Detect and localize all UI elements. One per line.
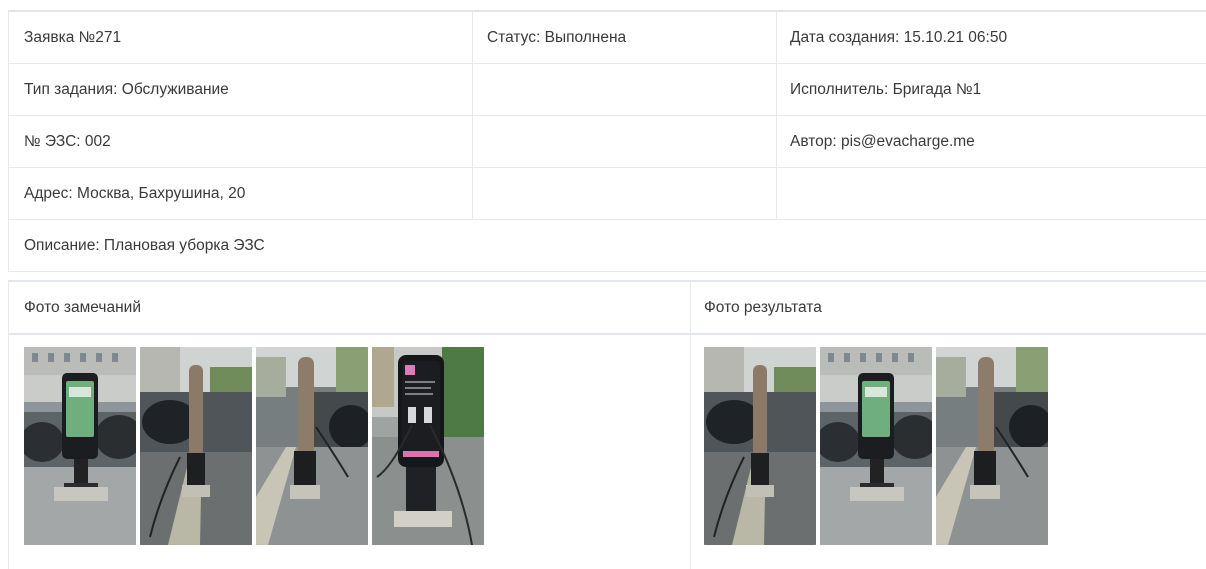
order-created-date: Дата создания: 15.10.21 06:50: [777, 11, 1206, 64]
photo-result-3[interactable]: [936, 347, 1048, 545]
photo-result-1[interactable]: [704, 347, 816, 545]
order-task-type: Тип задания: Обслуживание: [9, 64, 473, 116]
order-executor: Исполнитель: Бригада №1: [777, 64, 1206, 116]
photo-image: [704, 347, 816, 545]
photo-issue-2[interactable]: [140, 347, 252, 545]
photo-result-2[interactable]: [820, 347, 932, 545]
photo-issue-4[interactable]: [372, 347, 484, 545]
order-status: Статус: Выполнена: [473, 11, 777, 64]
photo-image: [820, 347, 932, 545]
order-number: Заявка №271: [9, 11, 473, 64]
order-details-table: Заявка №271 Статус: Выполнена Дата созда…: [8, 10, 1206, 272]
result-photo-list: [704, 347, 1206, 545]
issues-photos-cell: [9, 334, 691, 569]
order-description: Описание: Плановая уборка ЭЗС: [9, 220, 1206, 272]
issues-photo-list: [24, 347, 690, 545]
table-row: Заявка №271 Статус: Выполнена Дата созда…: [9, 11, 1206, 64]
photo-image: [140, 347, 252, 545]
table-row: Описание: Плановая уборка ЭЗС: [9, 220, 1206, 272]
photos-table: Фото замечаний Фото результата: [8, 280, 1206, 569]
photos-row: [9, 334, 1206, 569]
issues-photos-header: Фото замечаний: [9, 281, 691, 334]
table-row: Адрес: Москва, Бахрушина, 20: [9, 168, 1206, 220]
result-photos-cell: [691, 334, 1206, 569]
photo-image: [24, 347, 136, 545]
result-photos-header: Фото результата: [691, 281, 1206, 334]
empty-cell: [473, 168, 777, 220]
table-row: № ЭЗС: 002 Автор: pis@evacharge.me: [9, 116, 1206, 168]
photo-image: [936, 347, 1048, 545]
table-row: Тип задания: Обслуживание Исполнитель: Б…: [9, 64, 1206, 116]
order-address: Адрес: Москва, Бахрушина, 20: [9, 168, 473, 220]
photo-image: [372, 347, 484, 545]
photo-image: [256, 347, 368, 545]
order-station: № ЭЗС: 002: [9, 116, 473, 168]
empty-cell: [473, 64, 777, 116]
photos-header-row: Фото замечаний Фото результата: [9, 281, 1206, 334]
empty-cell: [777, 168, 1206, 220]
photo-issue-1[interactable]: [24, 347, 136, 545]
order-author: Автор: pis@evacharge.me: [777, 116, 1206, 168]
photo-issue-3[interactable]: [256, 347, 368, 545]
empty-cell: [473, 116, 777, 168]
